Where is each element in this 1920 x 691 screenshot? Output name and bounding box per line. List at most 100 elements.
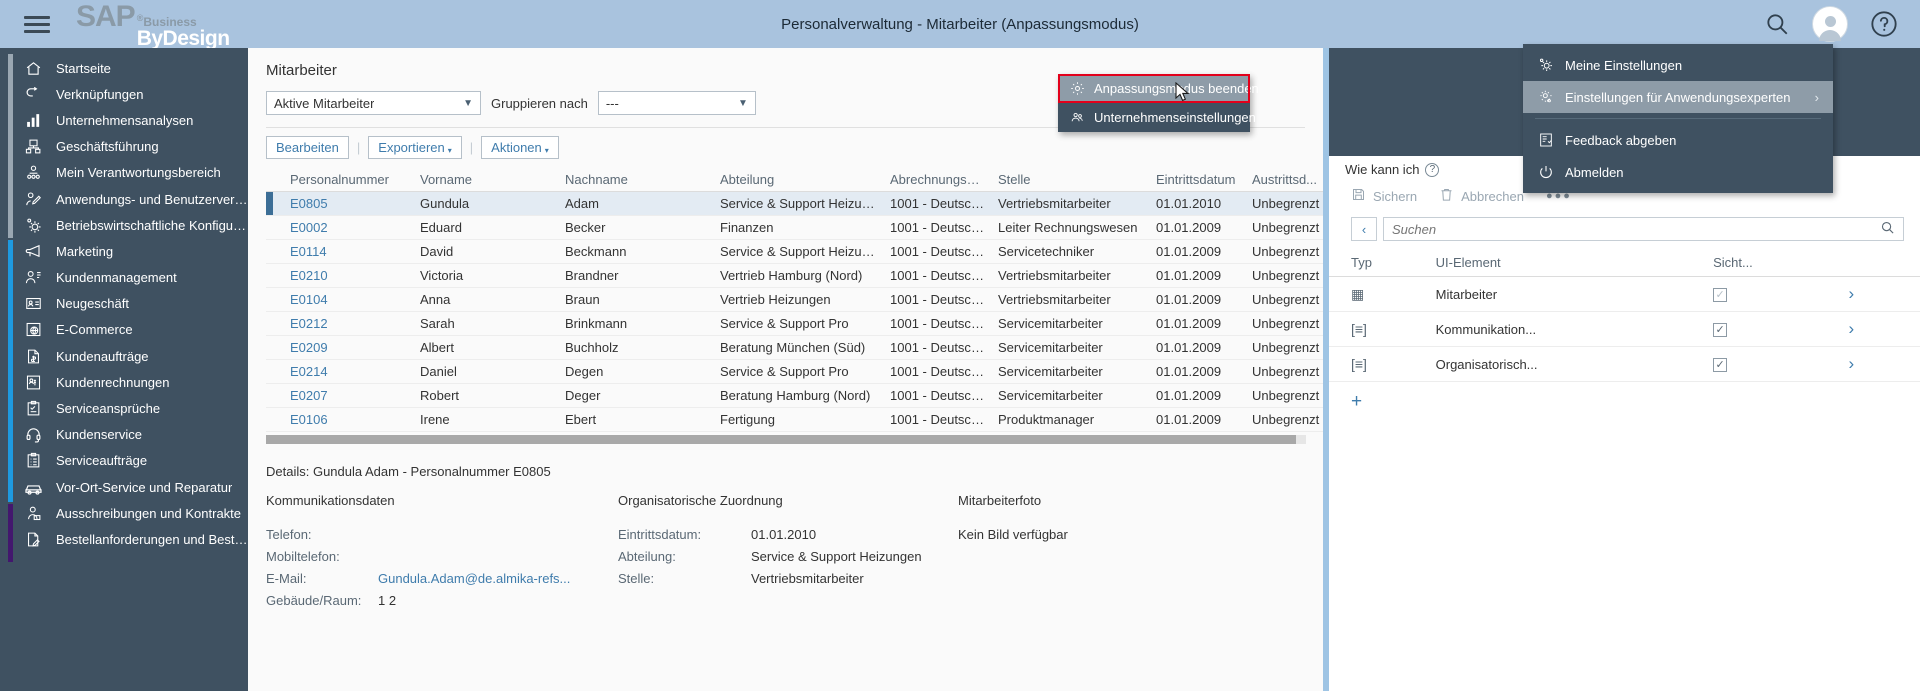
employee-link[interactable]: E0104: [290, 292, 328, 307]
table-row[interactable]: E0214 Daniel Degen Service & Support Pro 100…: [266, 359, 1323, 384]
row-selection-marker[interactable]: [266, 407, 284, 432]
back-button[interactable]: ‹: [1351, 217, 1377, 241]
export-button[interactable]: Exportieren ▾: [368, 136, 462, 159]
row-selection-marker[interactable]: [266, 383, 284, 408]
search-icon[interactable]: [1764, 11, 1790, 37]
sidebar-item-neugeschaeft[interactable]: Neugeschäft: [0, 291, 248, 317]
table-header-vorname[interactable]: Vorname: [414, 168, 559, 192]
cell-personalnummer[interactable]: E0002: [284, 215, 414, 240]
ui-element-row[interactable]: [≡] Kommunikation... ✓ ›: [1329, 311, 1920, 347]
row-selection-marker[interactable]: [266, 263, 284, 288]
row-selection-marker[interactable]: [266, 287, 284, 312]
sidebar-item-e-commerce[interactable]: E-Commerce: [0, 317, 248, 343]
sidebar-item-vor-ort-service[interactable]: Vor-Ort-Service und Reparatur: [0, 474, 248, 500]
detail-value-email[interactable]: Gundula.Adam@de.almika-refs...: [378, 571, 570, 586]
ui-element-row[interactable]: ▦ Mitarbeiter ✓ ›: [1329, 276, 1920, 312]
cell-personalnummer[interactable]: E0210: [284, 263, 414, 288]
sidebar-item-kundenrechnungen[interactable]: Kundenrechnungen: [0, 369, 248, 395]
table-horizontal-scrollbar[interactable]: [266, 435, 1306, 444]
employee-link[interactable]: E0209: [290, 340, 328, 355]
sidebar-item-geschaeftsfuehrung[interactable]: Geschäftsführung: [0, 134, 248, 160]
row-selection-marker[interactable]: [266, 359, 284, 384]
table-row[interactable]: E0002 Eduard Becker Finanzen 1001 - Deutschl…: [266, 215, 1323, 240]
employee-link[interactable]: E0207: [290, 388, 328, 403]
group-by-select[interactable]: --- ▼: [597, 91, 756, 115]
employee-link[interactable]: E0002: [290, 220, 328, 235]
menu-item-einstellungen-anwendungsexperten[interactable]: Einstellungen für Anwendungsexperten ›: [1523, 81, 1833, 113]
sidebar-item-betriebswirtschaftliche-konfiguration[interactable]: Betriebswirtschaftliche Konfigurat...: [0, 212, 248, 238]
cell-personalnummer[interactable]: E0212: [284, 311, 414, 336]
user-avatar-icon[interactable]: [1812, 6, 1848, 42]
table-header-abrechnungskreis[interactable]: Abrechnungskreis: [884, 168, 992, 192]
row-selection-marker[interactable]: [266, 335, 284, 360]
hamburger-icon[interactable]: [12, 0, 62, 48]
row-selection-marker[interactable]: [266, 191, 284, 216]
chevron-right-icon[interactable]: ›: [1842, 346, 1920, 382]
ui-element-row[interactable]: [≡] Organisatorisch... ✓ ›: [1329, 346, 1920, 382]
menu-item-anpassungsmodus-beenden[interactable]: Anpassungsmodus beenden: [1058, 74, 1259, 103]
visibility-checkbox[interactable]: ✓: [1707, 311, 1843, 347]
cell-personalnummer[interactable]: E0106: [284, 407, 414, 432]
table-header-eintrittsdatum[interactable]: Eintrittsdatum: [1150, 168, 1246, 192]
sidebar-item-marketing[interactable]: Marketing: [0, 238, 248, 264]
sidebar-item-startseite[interactable]: Startseite: [0, 55, 248, 81]
row-selection-marker[interactable]: [266, 215, 284, 240]
cell-personalnummer[interactable]: E0805: [284, 191, 414, 216]
sidebar-item-serviceauftraege[interactable]: Serviceaufträge: [0, 448, 248, 474]
table-header-abteilung[interactable]: Abteilung: [714, 168, 884, 192]
save-button[interactable]: Sichern: [1351, 187, 1417, 205]
visibility-checkbox[interactable]: ✓: [1707, 346, 1843, 382]
sidebar-item-verknuepfungen[interactable]: Verknüpfungen: [0, 81, 248, 107]
panel-search-box[interactable]: [1383, 217, 1904, 241]
add-element-button[interactable]: +: [1329, 382, 1920, 413]
table-row[interactable]: E0805 Gundula Adam Service & Support Heizun…: [266, 191, 1323, 216]
sidebar-item-ausschreibungen-kontrakte[interactable]: Ausschreibungen und Kontrakte: [0, 500, 248, 526]
actions-button[interactable]: Aktionen ▾: [481, 136, 559, 159]
sidebar-item-bestellanforderungen[interactable]: Bestellanforderungen und Bestell...: [0, 526, 248, 552]
scrollbar-thumb[interactable]: [266, 435, 1296, 444]
cell-personalnummer[interactable]: E0104: [284, 287, 414, 312]
row-selection-marker[interactable]: [266, 239, 284, 264]
table-row[interactable]: E0212 Sarah Brinkmann Service & Support Pro…: [266, 311, 1323, 336]
menu-item-meine-einstellungen[interactable]: Meine Einstellungen: [1523, 49, 1833, 81]
sidebar-item-anwendungs-benutzerverwaltung[interactable]: Anwendungs- und Benutzerverw...: [0, 186, 248, 212]
cell-personalnummer[interactable]: E0207: [284, 383, 414, 408]
visibility-checkbox[interactable]: ✓: [1707, 276, 1843, 312]
cell-personalnummer[interactable]: E0214: [284, 359, 414, 384]
edit-button[interactable]: Bearbeiten: [266, 136, 349, 159]
chevron-right-icon[interactable]: ›: [1842, 311, 1920, 347]
table-row[interactable]: E0210 Victoria Brandner Vertrieb Hamburg (N…: [266, 263, 1323, 288]
table-row[interactable]: E0207 Robert Deger Beratung Hamburg (Nord) 1…: [266, 383, 1323, 408]
menu-item-abmelden[interactable]: Abmelden: [1523, 156, 1833, 188]
cell-personalnummer[interactable]: E0209: [284, 335, 414, 360]
table-row[interactable]: E0104 Anna Braun Vertrieb Heizungen 1001 - D…: [266, 287, 1323, 312]
employee-link[interactable]: E0212: [290, 316, 328, 331]
sidebar-item-unternehmensanalysen[interactable]: Unternehmensanalysen: [0, 107, 248, 133]
sidebar-item-verantwortungsbereich[interactable]: Mein Verantwortungsbereich: [0, 160, 248, 186]
menu-item-feedback-abgeben[interactable]: Feedback abgeben: [1523, 124, 1833, 156]
sidebar-item-serviceansprueche[interactable]: Serviceansprüche: [0, 395, 248, 421]
employee-link[interactable]: E0214: [290, 364, 328, 379]
employee-link[interactable]: E0210: [290, 268, 328, 283]
employee-link[interactable]: E0106: [290, 412, 328, 427]
sidebar-item-kundenmanagement[interactable]: Kundenmanagement: [0, 265, 248, 291]
employee-link[interactable]: E0114: [290, 244, 327, 259]
help-icon[interactable]: [1870, 10, 1898, 38]
chevron-right-icon[interactable]: ›: [1842, 276, 1920, 312]
sidebar-item-kundenservice[interactable]: Kundenservice: [0, 422, 248, 448]
table-row[interactable]: E0209 Albert Buchholz Beratung München (Süd…: [266, 335, 1323, 360]
employee-view-select[interactable]: Aktive Mitarbeiter ▼: [266, 91, 481, 115]
table-row[interactable]: E0106 Irene Ebert Fertigung 1001 - Deutschla…: [266, 407, 1323, 432]
search-icon[interactable]: [1880, 220, 1895, 238]
table-header-personalnummer[interactable]: Personalnummer: [284, 168, 414, 192]
row-selection-marker[interactable]: [266, 311, 284, 336]
sidebar-item-kundenauftraege[interactable]: Kundenaufträge: [0, 343, 248, 369]
menu-item-unternehmenseinstellungen[interactable]: Unternehmenseinstellungen: [1058, 103, 1256, 132]
cancel-button[interactable]: Abbrechen: [1439, 187, 1524, 205]
table-header-stelle[interactable]: Stelle: [992, 168, 1150, 192]
table-row[interactable]: E0114 David Beckmann Service & Support Heiz…: [266, 239, 1323, 264]
table-header-nachname[interactable]: Nachname: [559, 168, 714, 192]
employee-link[interactable]: E0805: [290, 196, 328, 211]
table-header-austrittsdatum[interactable]: Austrittsd...: [1246, 168, 1323, 192]
cell-personalnummer[interactable]: E0114: [284, 239, 414, 264]
